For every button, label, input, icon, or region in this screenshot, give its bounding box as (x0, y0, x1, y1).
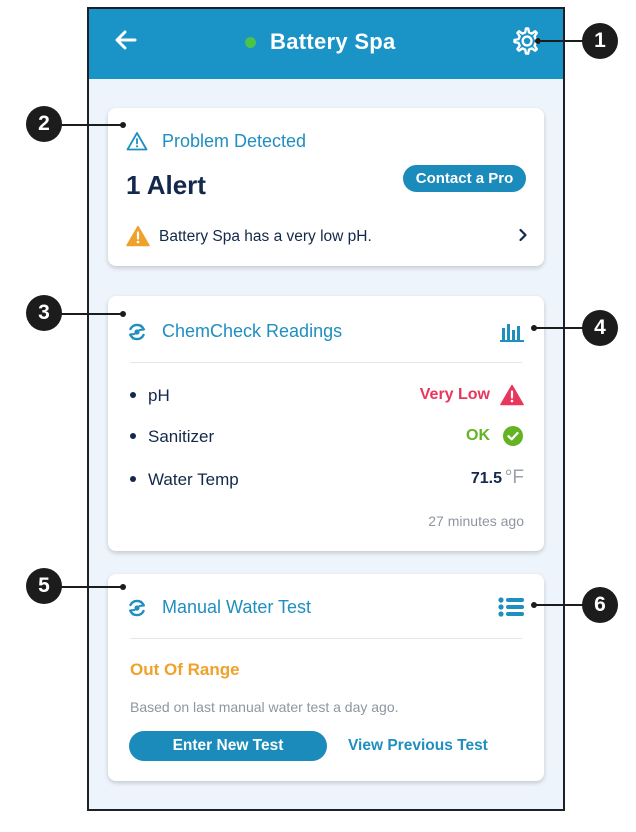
view-previous-test-link[interactable]: View Previous Test (348, 737, 488, 755)
callout-leader (534, 604, 584, 606)
reading-value: OK (466, 427, 490, 444)
callout-6: 6 (582, 587, 618, 623)
enter-new-test-button[interactable]: Enter New Test (129, 731, 327, 761)
test-description: Based on last manual water test a day ag… (130, 699, 399, 715)
callout-leader-dot (120, 122, 126, 128)
reading-value: Very Low (419, 386, 490, 403)
callout-5: 5 (26, 568, 62, 604)
manual-test-card: Manual Water Test Out Of Range Based on … (108, 574, 544, 781)
back-arrow-icon[interactable] (113, 27, 139, 53)
divider (130, 362, 522, 363)
alert-message: Battery Spa has a very low pH. (159, 228, 372, 245)
callout-leader-dot (120, 584, 126, 590)
callout-leader (60, 586, 123, 588)
phone-screen: Battery Spa Problem Detected 1 Alert Con… (87, 7, 565, 811)
manual-test-heading: Manual Water Test (162, 597, 312, 617)
reading-water-temp: Water Temp 71.5 °F (130, 467, 524, 493)
check-circle-icon (503, 426, 523, 446)
callout-leader-dot (531, 602, 537, 608)
reading-value: 71.5 (470, 470, 502, 487)
alert-count: 1 Alert (126, 170, 206, 200)
callout-leader-dot (120, 311, 126, 317)
warning-icon (126, 225, 150, 247)
page-title: Battery Spa (270, 29, 396, 54)
chemcheck-card: ChemCheck Readings pH Very Low Sanitizer… (108, 296, 544, 551)
reading-sanitizer: Sanitizer OK (130, 424, 524, 450)
test-status: Out Of Range (130, 660, 240, 679)
callout-leader-dot (535, 38, 541, 44)
reading-label: pH (148, 386, 170, 405)
contact-pro-button[interactable]: Contact a Pro (403, 165, 526, 192)
warning-icon (500, 384, 524, 406)
alert-card: Problem Detected 1 Alert Contact a Pro B… (108, 108, 544, 266)
alert-heading: Problem Detected (162, 131, 307, 151)
warning-outline-icon (126, 132, 148, 151)
callout-1: 1 (582, 23, 618, 59)
bullet (130, 433, 136, 439)
callout-leader (60, 313, 123, 315)
status-dot (245, 36, 256, 48)
sync-icon (129, 323, 145, 341)
callout-4: 4 (582, 310, 618, 346)
reading-ph: pH Very Low (130, 383, 524, 409)
updated-time: 27 minutes ago (428, 513, 524, 529)
callout-2: 2 (26, 106, 62, 142)
callout-leader-dot (531, 325, 537, 331)
chemcheck-heading: ChemCheck Readings (162, 321, 343, 341)
bullet (130, 476, 136, 482)
alert-item[interactable]: Battery Spa has a very low pH. (126, 224, 528, 250)
callout-3: 3 (26, 295, 62, 331)
callout-leader (534, 327, 584, 329)
app-header: Battery Spa (89, 9, 563, 79)
temp-unit: °F (504, 467, 524, 488)
list-icon[interactable] (498, 596, 524, 618)
callout-leader (538, 40, 584, 42)
callout-leader (60, 124, 123, 126)
chevron-right-icon (519, 228, 527, 242)
bar-chart-icon[interactable] (500, 320, 524, 342)
divider (130, 638, 522, 639)
bullet (130, 392, 136, 398)
reading-label: Sanitizer (148, 427, 215, 446)
sync-icon (129, 599, 145, 617)
reading-label: Water Temp (148, 470, 239, 489)
